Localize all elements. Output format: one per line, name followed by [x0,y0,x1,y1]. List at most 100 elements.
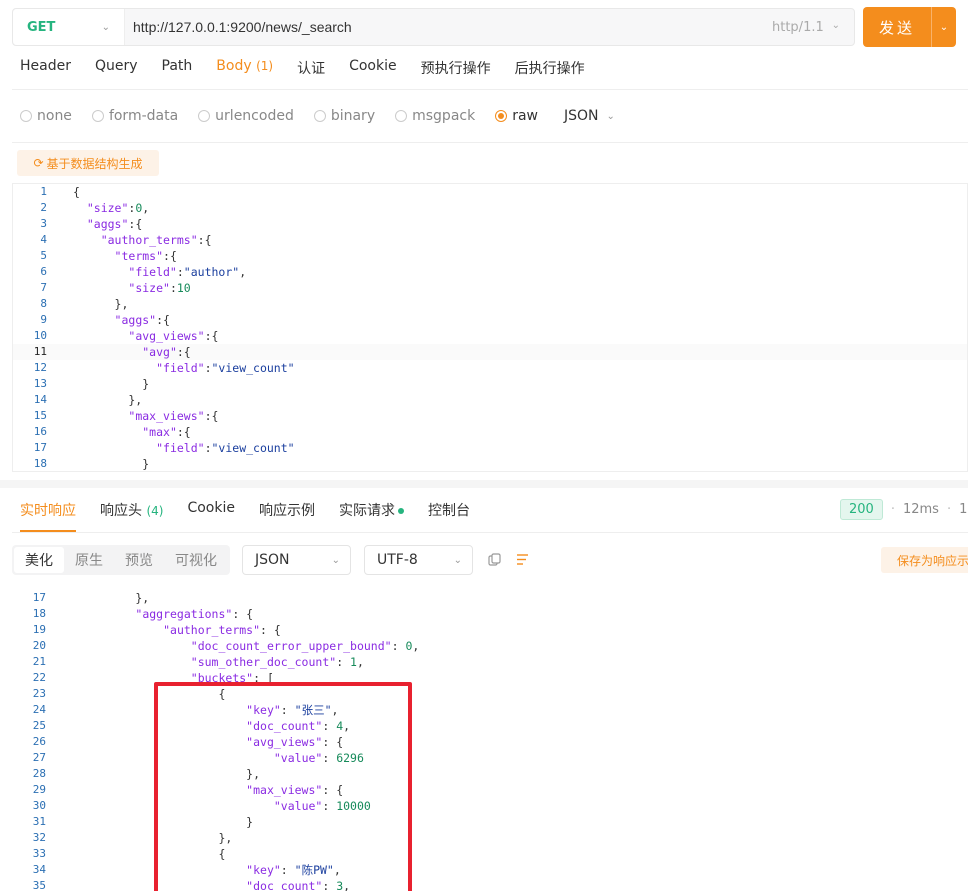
line-number: 30 [32,799,46,812]
tab-label: Cookie [349,58,397,74]
separator: · [946,502,952,517]
response-format-label: JSON [255,552,290,568]
radio-binary[interactable]: binary [313,108,375,124]
separator: · [890,502,895,517]
code-line: 10 "avg_views":{ [13,328,967,344]
view-preview[interactable]: 预览 [114,547,164,573]
tab-actual-request[interactable]: 实际请求 [339,500,404,532]
tab-label: 预执行操作 [420,61,491,77]
code-line: 14 }, [13,392,967,408]
code-text: "max_views":{ [128,409,219,423]
tab-label: 认证 [297,61,326,77]
response-format-select[interactable]: JSON ⌄ [242,545,351,575]
code-text: }, [73,297,129,311]
body-format-select[interactable]: JSON ⌄ [564,108,615,124]
line-number: 12 [33,361,47,374]
chevron-down-icon: ⌄ [331,554,340,566]
code-line: 17 "field":"view_count" [13,440,967,456]
tab-body[interactable]: Body (1) [216,58,273,82]
code-text: "terms":{ [114,249,177,263]
tab-response-example[interactable]: 响应示例 [259,500,315,532]
line-number: 24 [32,703,46,716]
radio-urlencoded[interactable]: urlencoded [198,108,294,124]
response-size: 1.0 [959,502,968,517]
line-number: 34 [32,863,46,876]
tab-response-headers[interactable]: 响应头 (4) [100,500,163,532]
tab-pre-script[interactable]: 预执行操作 [421,58,491,82]
tab-label: 实际请求 [338,503,395,519]
tab-response-cookie[interactable]: Cookie [187,500,235,532]
radio-none[interactable]: none [20,108,72,124]
line-number: 20 [32,639,46,652]
line-number: 15 [33,409,47,422]
radio-raw[interactable]: raw [495,108,538,124]
radio-label: none [37,108,72,124]
radio-circle [91,110,104,122]
copy-icon[interactable] [486,551,502,567]
tab-auth[interactable]: 认证 [297,58,325,82]
line-number: 28 [32,767,46,780]
line-number: 6 [40,265,47,278]
radio-label: form-data [108,108,179,124]
tab-post-script[interactable]: 后执行操作 [515,58,585,82]
chevron-down-icon: ⌄ [831,19,840,31]
code-line: 17 }, [12,590,968,606]
divider [12,142,968,143]
status-code-badge: 200 [840,499,883,520]
method-label: GET [27,19,56,35]
url-input[interactable]: http://127.0.0.1:9200/news/_search [125,19,762,35]
response-encoding-select[interactable]: UTF-8 ⌄ [364,545,473,575]
code-text: }, [73,393,143,407]
divider [12,532,968,533]
code-line: 16 "max":{ [13,424,967,440]
line-number: 26 [32,735,46,748]
radio-form-data[interactable]: form-data [91,108,179,124]
status-dot-icon [397,508,404,514]
line-number: 14 [33,393,47,406]
generate-from-schema-button[interactable]: ⟳ 基于数据结构生成 [17,150,159,176]
code-line: 8 }, [13,296,967,312]
code-line: 18 "aggregations": { [12,606,968,622]
code-line: 18 } [13,456,967,471]
tab-cookie[interactable]: Cookie [349,58,397,82]
response-time: 12ms [902,502,939,517]
code-text: { [73,185,80,199]
protocol-select[interactable]: http/1.1 ⌄ [762,20,854,35]
method-select[interactable]: GET ⌄ [13,9,125,45]
save-as-example-button[interactable]: 保存为响应示例 [881,547,968,573]
url-bar: GET ⌄ http://127.0.0.1:9200/news/_search… [12,8,855,46]
tab-live-response[interactable]: 实时响应 [20,500,76,532]
code-text: "field":"view_count" [156,361,295,375]
line-number: 2 [40,201,47,214]
view-pretty[interactable]: 美化 [14,547,64,573]
format-icon[interactable] [514,551,530,567]
tab-console[interactable]: 控制台 [428,500,470,532]
request-body-editor[interactable]: 1{2 "size":0, 3 "aggs":{4 "author_terms":… [12,183,968,472]
code-line: 13 } [13,376,967,392]
tab-label: 后执行操作 [514,61,585,77]
view-visualize[interactable]: 可视化 [164,547,228,573]
line-number: 17 [32,591,46,604]
tab-path[interactable]: Path [162,58,193,82]
code-line: 2 "size":0, [13,200,967,216]
code-text: "aggs":{ [114,313,170,327]
view-raw[interactable]: 原生 [64,547,114,573]
tab-label: 响应示例 [258,503,315,519]
response-status: 200 · 12ms · 1.0 [840,499,968,520]
code-text: "author_terms":{ [100,233,212,247]
line-number: 5 [40,249,47,262]
code-text: "doc_count_error_upper_bound": 0, [190,639,420,653]
line-number: 8 [40,297,47,310]
send-button[interactable]: 发送 ⌄ [863,7,956,47]
line-number: 35 [32,879,46,891]
line-number: 22 [32,671,46,684]
chevron-down-icon: ⌄ [101,21,110,33]
tab-header[interactable]: Header [20,58,71,82]
send-dropdown-chevron-icon[interactable]: ⌄ [932,7,956,47]
tab-query[interactable]: Query [95,58,138,82]
radio-msgpack[interactable]: msgpack [395,108,475,124]
code-line: 3 "aggs":{ [13,216,967,232]
line-number: 17 [33,441,47,454]
chevron-down-icon: ⌄ [606,110,615,122]
code-line: 11 "avg":{ [13,344,967,360]
